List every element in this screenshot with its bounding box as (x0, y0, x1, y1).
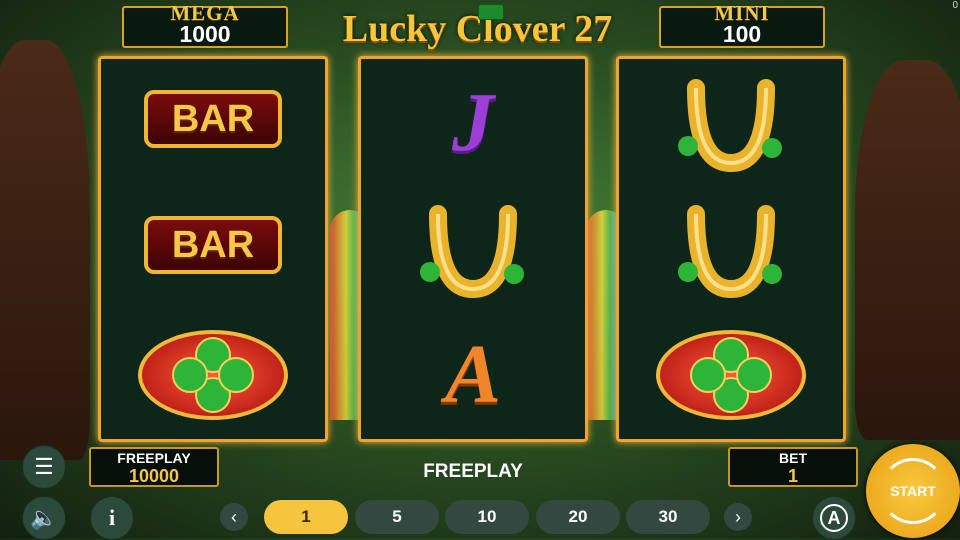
stake-prev-button[interactable]: ‹ (220, 503, 248, 531)
mini-label: MINI (714, 1, 770, 25)
mini-jackpot: MINI 100 (659, 1, 825, 48)
background-tree-right (855, 60, 960, 440)
reel-symbol: J (361, 63, 585, 183)
sound-button[interactable]: 🔈 (22, 496, 66, 540)
stake-option-20[interactable]: 20 (536, 500, 620, 534)
reel-symbol: A (361, 315, 585, 435)
stake-option-30[interactable]: 30 (626, 500, 710, 534)
reel-symbol (361, 189, 585, 309)
bet-box: BET 1 (728, 447, 858, 487)
reel-symbol: BAR (101, 59, 325, 179)
autoplay-icon: A (820, 504, 848, 532)
start-button[interactable]: START (866, 444, 960, 538)
mega-jackpot: MEGA 1000 (122, 1, 288, 48)
stake-next-button[interactable]: › (724, 503, 752, 531)
stake-option-1[interactable]: 1 (264, 500, 348, 534)
corner-counter: 0 (952, 0, 958, 11)
info-icon: i (108, 505, 116, 530)
bar-symbol: BAR (144, 90, 282, 148)
autoplay-button[interactable]: A (812, 496, 856, 540)
spin-ring-icon (880, 458, 946, 524)
menu-icon: ☰ (34, 454, 54, 479)
freeplay-value: 10000 (128, 466, 180, 486)
horseshoe-icon (420, 205, 524, 299)
bar-symbol: BAR (144, 216, 282, 274)
reel-symbol (619, 315, 843, 435)
info-button[interactable]: i (90, 496, 134, 540)
game-logo: Lucky Clover 27 (310, 4, 645, 54)
mega-label: MEGA (170, 1, 240, 25)
bet-label: BET (779, 450, 807, 466)
reel-3 (616, 56, 846, 442)
menu-button[interactable]: ☰ (22, 445, 66, 489)
horseshoe-icon (678, 79, 782, 173)
reel-symbol (619, 189, 843, 309)
mega-value: 1000 (179, 21, 231, 47)
hat-icon (478, 4, 504, 20)
letter-a-symbol: A (444, 328, 502, 421)
clover-icon (138, 330, 288, 420)
chevron-right-icon: › (735, 506, 741, 527)
reel-1: BAR BAR (98, 56, 328, 442)
chevron-left-icon: ‹ (231, 506, 237, 527)
bet-value: 1 (787, 466, 798, 486)
reel-2: J A (358, 56, 588, 442)
mode-label: FREEPLAY (423, 461, 523, 482)
stake-option-5[interactable]: 5 (355, 500, 439, 534)
reel-symbol (101, 315, 325, 435)
letter-j-symbol: J (452, 76, 494, 169)
mini-value: 100 (722, 21, 762, 47)
reel-symbol (619, 63, 843, 183)
freeplay-balance: FREEPLAY 10000 (89, 447, 219, 487)
horseshoe-icon (678, 205, 782, 299)
freeplay-label: FREEPLAY (117, 450, 191, 466)
background-tree-left (0, 40, 90, 460)
clover-icon (656, 330, 806, 420)
reel-symbol: BAR (101, 185, 325, 305)
stake-option-10[interactable]: 10 (445, 500, 529, 534)
speaker-icon: 🔈 (30, 505, 58, 530)
